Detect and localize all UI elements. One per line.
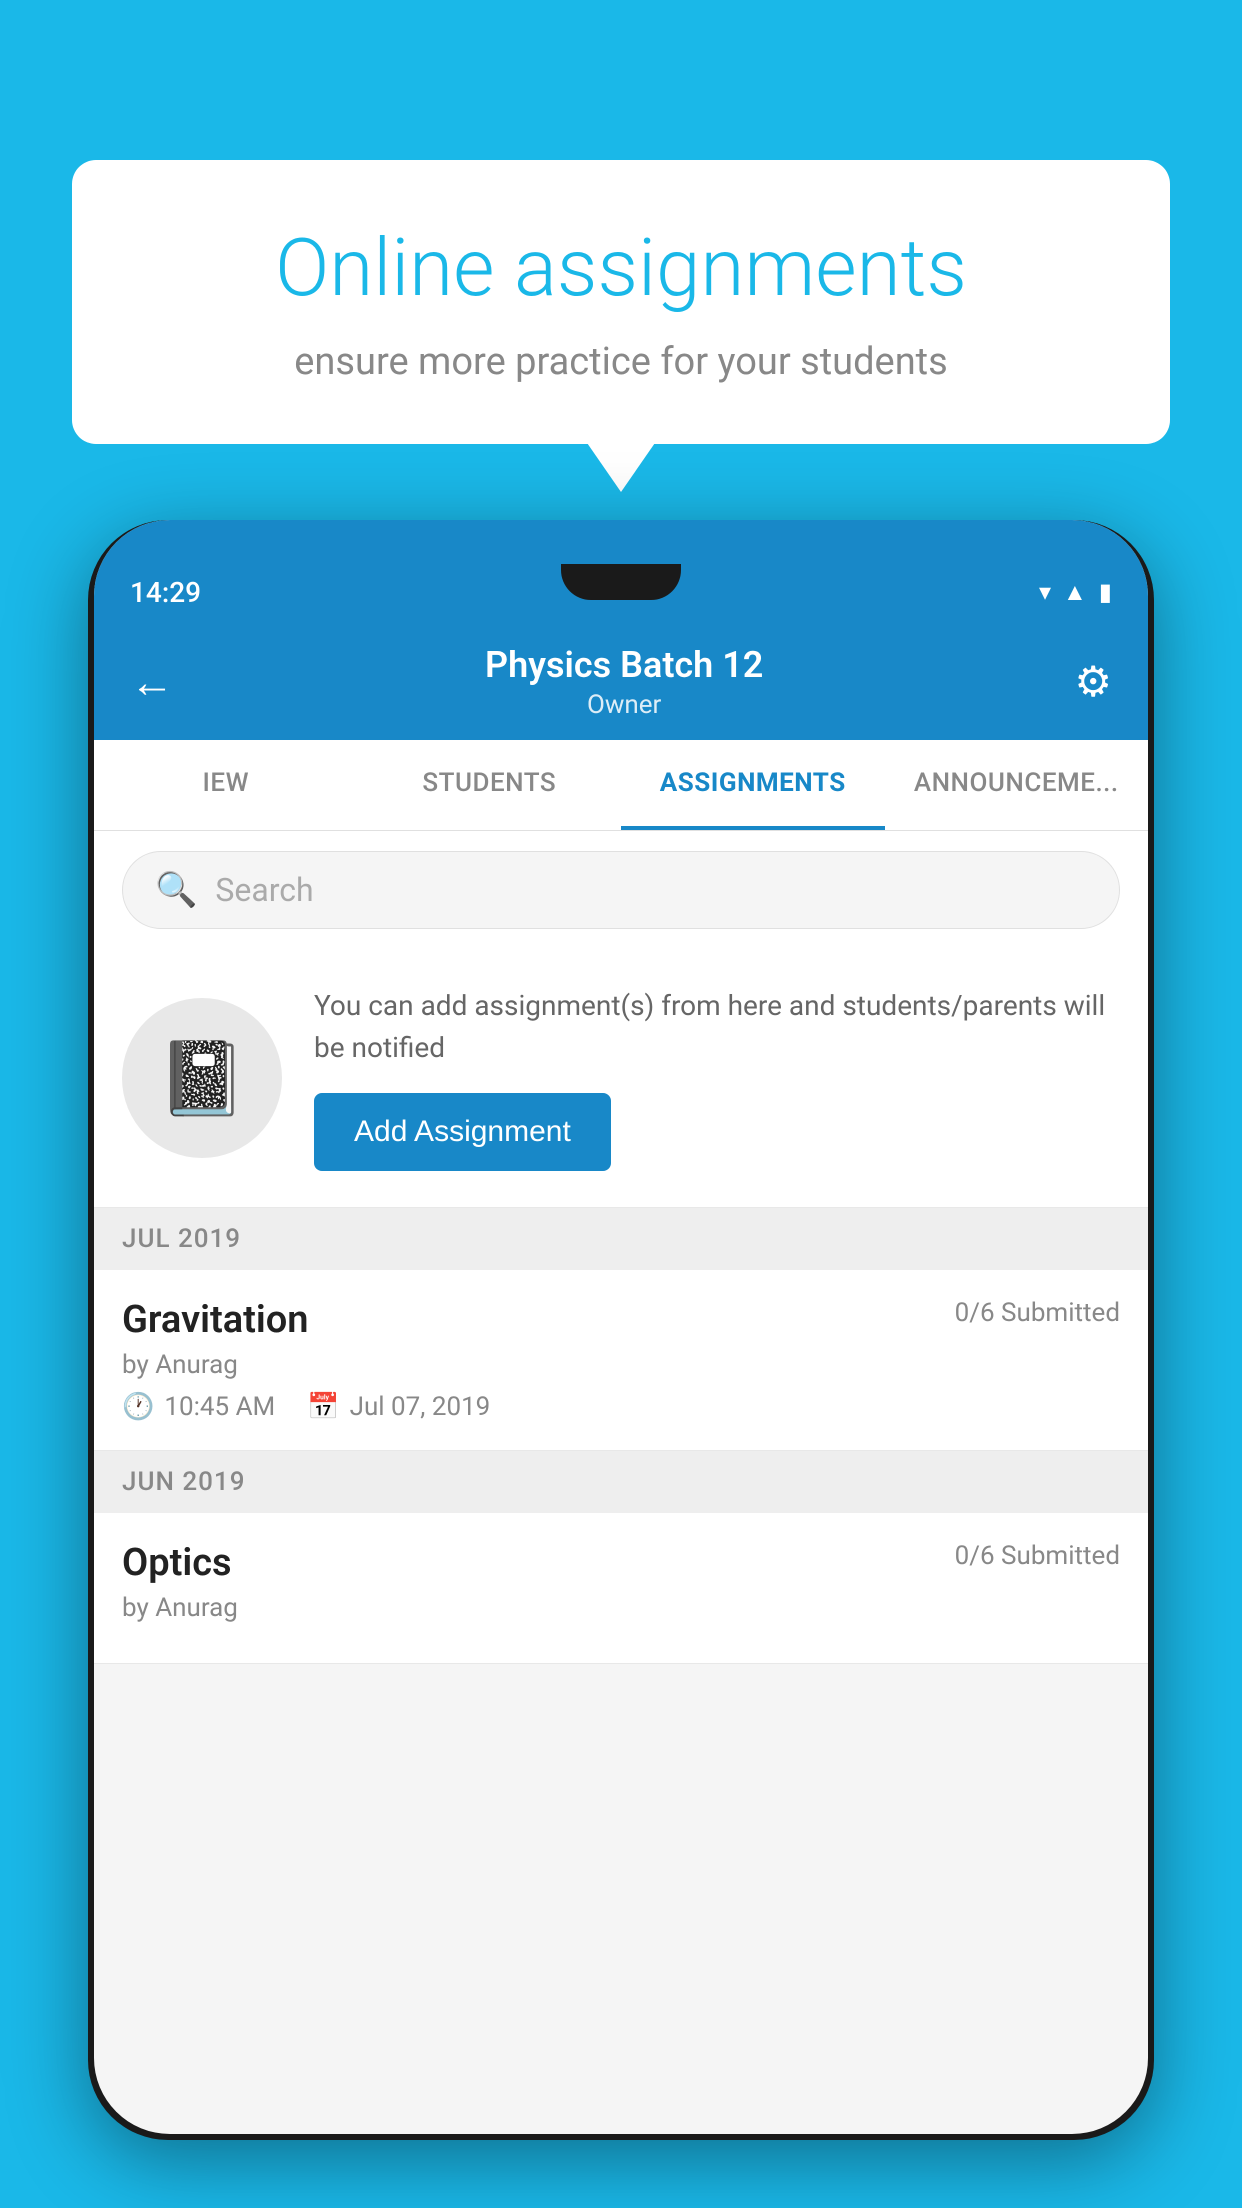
jul-2019-label: JUL 2019 [122,1224,241,1254]
batch-title: Physics Batch 12 [485,644,763,686]
tabs-container: IEW STUDENTS ASSIGNMENTS ANNOUNCEME... [94,740,1148,831]
search-placeholder: Search [215,871,313,909]
assignment-time-gravitation: 🕐 10:45 AM [122,1392,275,1422]
search-icon: 🔍 [155,870,197,910]
jun-2019-label: JUN 2019 [122,1467,245,1497]
header-title-group: Physics Batch 12 Owner [485,644,763,720]
status-icons: ▾ ▲ ▮ [1039,578,1112,607]
batch-subtitle: Owner [485,690,763,720]
search-bar[interactable]: 🔍 Search [122,851,1120,929]
tab-students[interactable]: STUDENTS [358,740,622,830]
assignment-row1: Gravitation 0/6 Submitted [122,1298,1120,1342]
tab-announcements[interactable]: ANNOUNCEME... [885,740,1149,830]
assignment-time-text: 10:45 AM [164,1392,275,1422]
screen-top-area [94,520,1148,564]
back-button[interactable]: ← [130,656,174,708]
assignment-row3-gravitation: 🕐 10:45 AM 📅 Jul 07, 2019 [122,1392,1120,1422]
status-time: 14:29 [130,576,201,609]
add-assignment-button[interactable]: Add Assignment [314,1093,611,1171]
assignment-date-text: Jul 07, 2019 [350,1392,491,1422]
phone-mockup: 14:29 ▾ ▲ ▮ ← Physics Batch 12 Owner ⚙ I… [88,520,1154,2140]
tab-assignments[interactable]: ASSIGNMENTS [621,740,885,830]
promo-section: 📓 You can add assignment(s) from here an… [94,949,1148,1208]
tab-iew[interactable]: IEW [94,740,358,830]
assignment-name-optics: Optics [122,1541,232,1585]
speech-bubble-title: Online assignments [152,220,1090,316]
jun-2019-section-header: JUN 2019 [94,1451,1148,1513]
app-header: ← Physics Batch 12 Owner ⚙ [94,620,1148,740]
speech-bubble-container: Online assignments ensure more practice … [72,160,1170,444]
assignment-date-gravitation: 📅 Jul 07, 2019 [307,1392,490,1422]
settings-gear-icon[interactable]: ⚙ [1074,657,1112,707]
jul-2019-section-header: JUL 2019 [94,1208,1148,1270]
assignment-by-optics: by Anurag [122,1593,1120,1623]
notebook-icon: 📓 [157,1036,247,1121]
wifi-icon: ▾ [1039,578,1051,606]
speech-bubble: Online assignments ensure more practice … [72,160,1170,444]
promo-text: You can add assignment(s) from here and … [314,985,1120,1069]
speech-bubble-subtitle: ensure more practice for your students [152,340,1090,384]
promo-icon-circle: 📓 [122,998,282,1158]
battery-icon: ▮ [1099,578,1112,606]
assignment-submitted-optics: 0/6 Submitted [955,1541,1120,1571]
assignment-item-optics[interactable]: Optics 0/6 Submitted by Anurag [94,1513,1148,1664]
assignment-item-gravitation[interactable]: Gravitation 0/6 Submitted by Anurag 🕐 10… [94,1270,1148,1451]
assignment-submitted-gravitation: 0/6 Submitted [955,1298,1120,1328]
assignment-row1-optics: Optics 0/6 Submitted [122,1541,1120,1585]
assignment-name-gravitation: Gravitation [122,1298,309,1342]
search-container: 🔍 Search [94,831,1148,949]
status-bar: 14:29 ▾ ▲ ▮ [94,564,1148,620]
promo-content: You can add assignment(s) from here and … [314,985,1120,1171]
calendar-icon: 📅 [307,1392,339,1422]
assignment-by-gravitation: by Anurag [122,1350,1120,1380]
clock-icon: 🕐 [122,1392,154,1422]
signal-icon: ▲ [1063,578,1087,607]
notch [561,564,681,600]
phone-screen: 14:29 ▾ ▲ ▮ ← Physics Batch 12 Owner ⚙ I… [94,520,1148,2134]
